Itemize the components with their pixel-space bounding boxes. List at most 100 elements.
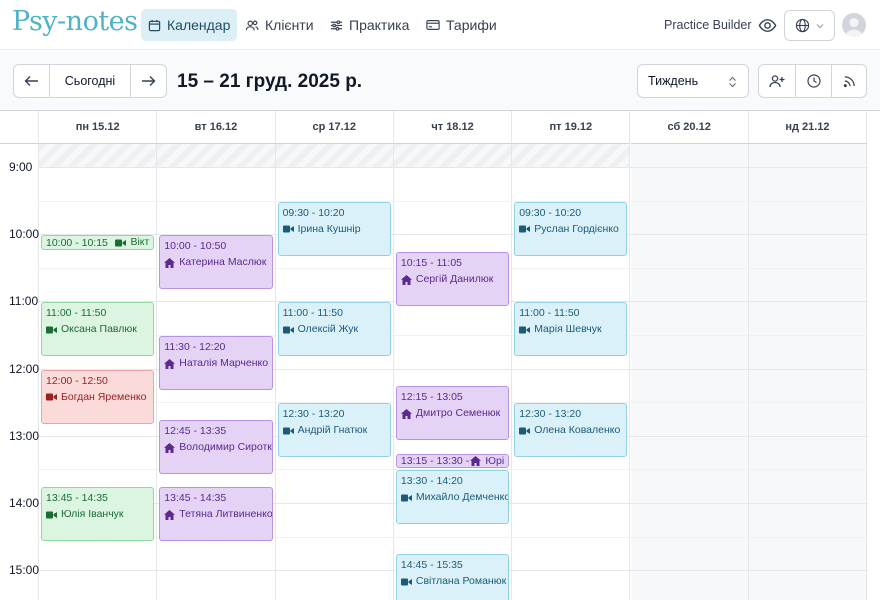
event-client-name: Володимир Сиротк: [179, 441, 272, 453]
nav-calendar[interactable]: Календар: [141, 9, 238, 41]
event-client-name: Олена Коваленко: [534, 424, 621, 437]
home-icon: [164, 358, 176, 369]
event-client-name: Андрій Гнатюк: [297, 424, 368, 437]
calendar-feed-button[interactable]: [831, 64, 867, 98]
appointment-event[interactable]: 11:00 - 11:50 Оксана Павлюк: [41, 302, 155, 357]
event-time: 12:15 - 13:05: [400, 391, 463, 404]
appointment-event[interactable]: 10:00 - 10:15 Вікт: [41, 235, 155, 250]
appointment-event[interactable]: 11:00 - 11:50 Марія Шевчук: [514, 302, 628, 357]
appointment-event[interactable]: 12:30 - 13:20 Андрій Гнатюк: [277, 403, 391, 458]
event-time: 10:15 - 11:05: [400, 257, 462, 269]
hour-label: 11:00: [9, 294, 39, 309]
add-client-button[interactable]: [758, 64, 796, 98]
event-client-name: Катерина Маслюк: [179, 256, 267, 269]
all-day-slot[interactable]: [39, 144, 157, 167]
day-column[interactable]: [748, 144, 868, 600]
event-time: 13:45 - 14:35: [164, 492, 227, 505]
appointment-event[interactable]: 09:30 - 10:20 Ірина Кушнір: [277, 201, 391, 256]
appointment-event[interactable]: 13:30 - 14:20 Михайло Демченко: [395, 470, 510, 525]
event-client-name: Вікт: [130, 236, 150, 249]
video-icon: [519, 427, 531, 435]
event-client: Вікт: [115, 236, 149, 249]
all-day-slot[interactable]: [393, 144, 512, 167]
hour-label: 13:00: [9, 428, 40, 443]
appointment-event[interactable]: 14:45 - 15:35 Світлана Романюк: [395, 554, 510, 600]
view-select[interactable]: Тиждень: [637, 64, 749, 98]
appointment-event[interactable]: 10:15 - 11:05 Сергій Данилюк: [395, 252, 510, 306]
working-hours-button[interactable]: [795, 64, 832, 98]
video-icon: [282, 427, 294, 435]
video-icon: [400, 578, 412, 586]
event-client-name: Наталія Марченко: [179, 357, 269, 369]
user-avatar[interactable]: [842, 13, 866, 37]
app-logo[interactable]: Psy-notes: [12, 6, 138, 37]
event-client-name: Сергій Данилюк: [415, 273, 494, 285]
day-header: чт 18.12: [393, 111, 513, 144]
day-column[interactable]: [393, 144, 513, 600]
event-time: 11:00 - 11:50: [519, 307, 580, 320]
nav-calendar-label: Календар: [167, 17, 231, 33]
user-avatar-icon: [845, 18, 863, 37]
event-client: Михайло Демченко: [400, 491, 508, 504]
video-icon: [46, 326, 57, 334]
appointment-event[interactable]: 10:00 - 10:50 Катерина Маслюк: [159, 235, 273, 290]
day-header: нд 21.12: [748, 111, 868, 144]
all-day-slot[interactable]: [275, 144, 393, 167]
day-header: вт 16.12: [157, 111, 276, 144]
nav-clients[interactable]: Клієнти: [238, 9, 321, 41]
language-selector[interactable]: [784, 10, 835, 41]
video-icon: [46, 393, 57, 401]
nav-clients-label: Клієнти: [265, 17, 314, 33]
nav-practice[interactable]: Практика: [323, 9, 416, 41]
event-client: Олексій Жук: [282, 323, 386, 336]
event-time: 13:45 - 14:35: [46, 492, 108, 505]
week-calendar-grid: пн 15.12 вт 16.12 ср 17.12 чт 18.12 пт 19.12…: [0, 110, 880, 600]
event-client: Сергій Данилюк: [400, 273, 504, 286]
appointment-event[interactable]: 12:00 - 12:50 Богдан Яременко: [41, 369, 155, 424]
event-client-name: Олексій Жук: [297, 323, 359, 336]
today-button[interactable]: Сьогодні: [49, 64, 131, 98]
hour-label: 12:00: [9, 361, 40, 376]
practice-builder-link[interactable]: Practice Builder: [664, 18, 752, 32]
event-client-name: Світлана Романюк: [415, 575, 507, 588]
chevron-down-icon: [816, 23, 824, 28]
view-select-value: Тиждень: [648, 74, 699, 88]
appointment-event[interactable]: 11:00 - 11:50 Олексій Жук: [277, 302, 391, 357]
event-client: Катерина Маслюк: [164, 256, 267, 269]
clock-icon: [806, 74, 821, 88]
next-week-button[interactable]: [130, 64, 167, 98]
top-navbar: Psy-notes Календар Клієнти Практика Тари…: [0, 0, 880, 50]
event-time: 12:00 - 12:50: [46, 374, 108, 387]
prev-week-button[interactable]: [13, 64, 50, 98]
video-icon: [282, 225, 294, 233]
event-time: 12:30 - 13:20: [282, 408, 345, 421]
card-icon: [426, 20, 440, 30]
all-day-slot[interactable]: [512, 144, 630, 167]
home-icon: [164, 257, 176, 268]
appointment-event[interactable]: 12:15 - 13:05 Дмитро Семенюк: [395, 386, 510, 441]
grid-line: [38, 167, 868, 168]
video-icon: [115, 239, 127, 247]
appointment-event[interactable]: 09:30 - 10:20 Руслан Гордієнко: [514, 201, 628, 256]
appointment-event[interactable]: 13:45 - 14:35 Юлія Іванчук: [41, 487, 155, 542]
event-time: 13:30 - 14:20: [400, 475, 463, 488]
event-client-name: Тетяна Литвиненко: [179, 508, 273, 521]
nav-pricing[interactable]: Тарифи: [419, 9, 504, 41]
appointment-event[interactable]: 12:30 - 13:20 Олена Коваленко: [514, 403, 628, 458]
appointment-event[interactable]: 12:45 - 13:35 Володимир Сиротк: [159, 420, 273, 474]
eye-icon[interactable]: [758, 16, 777, 35]
event-client: Ірина Кушнір: [282, 223, 386, 236]
event-time: 10:00 - 10:15: [46, 236, 108, 249]
calendar-toolbar: Сьогодні Тиждень: [0, 51, 880, 110]
appointment-event[interactable]: 11:30 - 12:20 Наталія Марченко: [159, 336, 273, 390]
all-day-slot[interactable]: [157, 144, 275, 167]
day-column[interactable]: [630, 144, 749, 600]
sliders-icon: [330, 19, 343, 31]
appointment-event[interactable]: 13:45 - 14:35 Тетяна Литвиненко: [159, 487, 273, 542]
hour-label: 10:00: [9, 227, 40, 242]
event-time: 11:30 - 12:20: [164, 341, 226, 353]
appointment-event[interactable]: 13:15 - 13:30 - Юрі: [395, 453, 510, 469]
event-client-name: Марія Шевчук: [534, 323, 602, 336]
date-range-title: 15 – 21 груд. 2025 р.: [177, 71, 363, 92]
video-icon: [519, 225, 531, 233]
